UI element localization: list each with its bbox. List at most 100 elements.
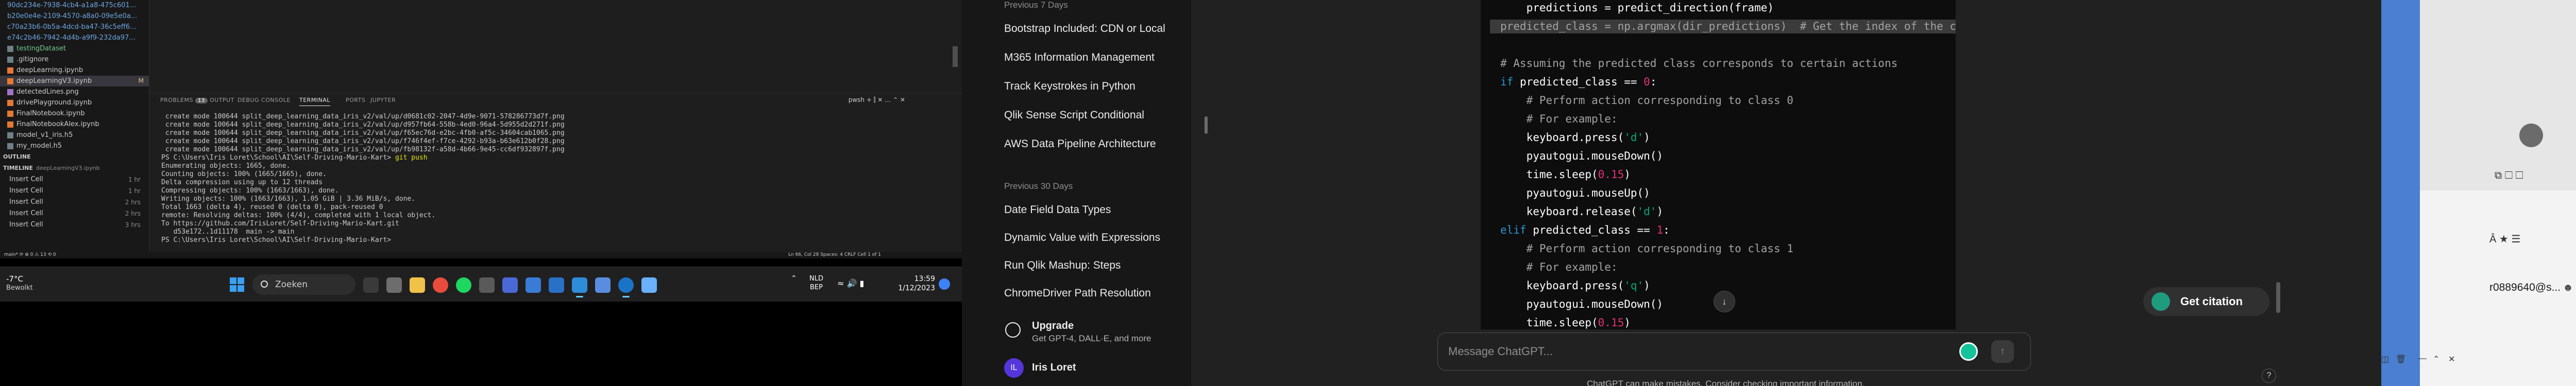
status-bar-left[interactable]: main* ⟳ ⊗ 0 ⚠ 13 ⟲ 0 — [4, 252, 56, 257]
chevron-up-icon[interactable]: ⌃ — [791, 274, 797, 283]
status-bar-right[interactable]: Ln 66, Col 28 Spaces: 4 CRLF Cell 1 of 1 — [788, 252, 881, 257]
explorer-file-label: testingDataset — [16, 45, 66, 52]
profile-avatar[interactable] — [2519, 124, 2543, 147]
remote-desktop-icon[interactable] — [641, 277, 657, 293]
explorer-file[interactable]: b20e0e4e-2109-4570-a8a0-09e5e0a... — [0, 11, 149, 22]
tab-jupyter[interactable]: JUPYTER — [370, 97, 396, 103]
chrome-icon[interactable] — [433, 277, 448, 293]
explorer-file[interactable]: .gitignore — [0, 54, 149, 65]
explorer-file[interactable]: 90dc234e-7938-4cb4-a1a8-475c601... — [0, 0, 149, 11]
taskbar-clock[interactable]: 13:59 1/12/2023 — [894, 274, 935, 293]
chat-history-item[interactable]: M365 Information Management — [1004, 51, 1169, 64]
timeline-item[interactable]: Insert Cell 2 hrs — [0, 197, 149, 208]
timeline-item[interactable]: Insert Cell 2 hrs — [0, 208, 149, 219]
explorer-file[interactable]: testingDataset — [0, 43, 149, 54]
terminal-panel[interactable]: create mode 100644 split_deep_learning_d… — [150, 108, 962, 252]
notification-bell-icon[interactable] — [939, 278, 950, 290]
avatar[interactable]: IL — [1004, 358, 1024, 378]
sidebar-icon[interactable]: ◫ — [2381, 354, 2389, 364]
chat-history-item[interactable]: Track Keystrokes in Python — [1004, 80, 1169, 93]
tab-problems[interactable]: PROBLEMS 13 — [160, 97, 208, 103]
close-icon[interactable]: ✕ — [898, 96, 905, 103]
wifi-icon[interactable]: ≈ — [837, 278, 844, 288]
chat-history-item[interactable]: Dynamic Value with Expressions — [1004, 232, 1169, 244]
timeline-section-header[interactable]: TIMELINE deepLearningV3.ipynb — [0, 163, 149, 174]
explorer-file[interactable]: detectedLines.png — [0, 86, 149, 97]
chevron-up-icon[interactable]: ⌃ — [2433, 354, 2439, 364]
panel-tab-bar: PROBLEMS 13 OUTPUT DEBUG CONSOLE TERMINAL POR… — [150, 93, 962, 107]
explorer-file[interactable]: FinalNotebookAlex.ipynb — [0, 119, 149, 130]
settings-gear-icon[interactable] — [479, 277, 495, 293]
widgets-icon[interactable] — [386, 277, 402, 293]
terminal-final-prompt[interactable]: PS C:\Users\Iris Loret\School\AI\Self-Dr… — [161, 236, 962, 244]
send-button[interactable]: ↑ — [1991, 340, 2014, 363]
explorer-file[interactable]: e74c2b46-7942-4d4b-a9f9-232da97... — [0, 32, 149, 43]
start-button[interactable] — [230, 277, 244, 292]
trash-icon[interactable]: ✕ — [876, 96, 883, 103]
teams-icon[interactable] — [502, 277, 518, 293]
vscode-taskbar-icon[interactable] — [572, 277, 587, 297]
pycharm-icon[interactable] — [595, 277, 611, 293]
timeline-item-label: Insert Cell — [9, 209, 43, 217]
timeline-item[interactable]: Insert Cell 1 hr — [0, 174, 149, 185]
tab-ports[interactable]: PORTS — [346, 97, 365, 103]
page-scrollbar[interactable] — [2276, 282, 2280, 313]
browser-favorites-icons[interactable]: Â ★ ☰ — [2489, 233, 2520, 245]
upgrade-button[interactable]: Upgrade — [1032, 320, 1074, 332]
chevron-up-icon[interactable]: ⌃ — [891, 96, 898, 103]
terminal-prompt: PS C:\Users\Iris Loret\School\AI\Self-Dr… — [161, 154, 392, 162]
close-icon[interactable]: ✕ — [2448, 354, 2455, 364]
tab-output[interactable]: OUTPUT — [210, 97, 234, 103]
timeline-item[interactable]: Insert Cell 1 hr — [0, 185, 149, 197]
plus-icon[interactable]: + — [865, 96, 872, 103]
minimize-icon[interactable]: — — [2418, 354, 2427, 363]
weather-widget[interactable]: -7°C Bewolkt — [6, 274, 33, 293]
language-code: NLD — [809, 275, 823, 283]
explorer-file[interactable]: model_v1_iris.h5 — [0, 130, 149, 141]
get-citation-button[interactable]: Get citation — [2143, 287, 2269, 316]
chat-history-item[interactable]: Bootstrap Included: CDN or Local — [1004, 23, 1169, 35]
chat-history-item[interactable]: Run Qlik Mashup: Steps — [1004, 259, 1169, 272]
battery-icon[interactable]: ▮ — [860, 278, 865, 288]
chat-history-item[interactable]: Date Field Data Types — [1004, 204, 1169, 216]
explorer-file[interactable]: deepLearning.ipynb — [0, 65, 149, 76]
chat-history-item[interactable]: ChromeDriver Path Resolution — [1004, 287, 1169, 300]
grammarly-icon[interactable] — [1959, 342, 1978, 361]
editor-scrollbar[interactable] — [953, 46, 958, 67]
chat-history-item[interactable]: AWS Data Pipeline Architecture — [1004, 138, 1169, 150]
edge-icon[interactable] — [618, 277, 634, 297]
sidebar-toggle-handle[interactable] — [1205, 116, 1208, 134]
ellipsis-icon[interactable]: … — [883, 96, 891, 103]
code-line: predictions = predict_direction(frame) — [1500, 1, 1774, 15]
tab-debug-console[interactable]: DEBUG CONSOLE — [238, 97, 291, 103]
taskbar-search[interactable]: Zoeken — [252, 274, 355, 295]
terminal-shell-selector[interactable]: pwsh — [849, 96, 865, 103]
message-input[interactable] — [1448, 342, 1912, 361]
task-view-icon[interactable] — [363, 277, 379, 293]
explorer-file[interactable]: drivePlayground.ipynb — [0, 97, 149, 108]
browser-toolbar-icons[interactable]: ⧉ ☐ ☐ — [2495, 170, 2523, 182]
person-icon[interactable]: ☻ — [2563, 282, 2573, 294]
trash-icon[interactable]: 🗑 — [2396, 354, 2406, 364]
code-line: # Perform action corresponding to class … — [1500, 242, 1793, 256]
split-icon[interactable]: ⫿ — [872, 96, 876, 103]
outline-section-header[interactable]: OUTLINE — [0, 151, 149, 163]
help-button[interactable]: ? — [2262, 369, 2276, 383]
explorer-file[interactable]: deepLearningV3.ipynb M — [0, 76, 149, 86]
file-explorer-icon[interactable] — [410, 277, 425, 293]
chat-history-item[interactable]: Qlik Sense Script Conditional — [1004, 109, 1169, 121]
volume-icon[interactable]: 🔊 — [847, 278, 857, 288]
timeline-item[interactable]: Insert Cell 3 hrs — [0, 219, 149, 231]
code-token: pyautogui.mouseDown() — [1500, 150, 1664, 162]
explorer-file[interactable]: FinalNotebook.ipynb — [0, 108, 149, 119]
explorer-file[interactable]: my_model.h5 — [0, 141, 149, 151]
tab-terminal[interactable]: TERMINAL — [299, 97, 330, 106]
user-name[interactable]: Iris Loret — [1032, 362, 1076, 374]
scroll-down-button[interactable]: ↓ — [1714, 291, 1735, 312]
spotify-icon[interactable] — [456, 277, 471, 293]
explorer-file[interactable]: c70a23b6-0b5a-4dcd-ba47-36c5eff6... — [0, 22, 149, 32]
tray-icons[interactable]: ≈ 🔊 ▮ — [837, 279, 864, 288]
outlook-icon[interactable] — [549, 277, 564, 293]
language-indicator[interactable]: NLD BEP — [809, 274, 823, 292]
word-icon[interactable] — [526, 277, 541, 293]
